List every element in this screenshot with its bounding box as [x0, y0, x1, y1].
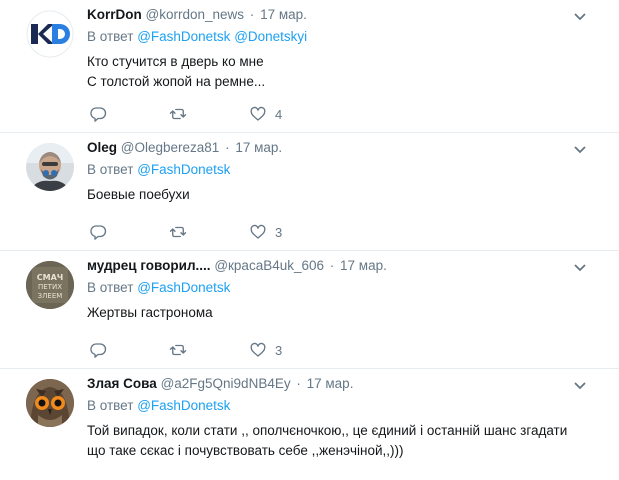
display-name[interactable]: KorrDon [87, 7, 142, 22]
reply-prefix: В ответ [87, 29, 134, 44]
chevron-down-icon[interactable] [573, 12, 587, 22]
timestamp[interactable]: 17 мар. [307, 376, 354, 391]
mention-link[interactable]: @FashDonetsk [137, 162, 230, 177]
like-button[interactable]: 3 [249, 341, 329, 359]
separator: · [296, 376, 301, 391]
timestamp[interactable]: 17 мар. [260, 7, 307, 22]
tweet-text-line: С толстой жопой на ремне... [87, 74, 266, 89]
reply-feed: KorrDon @korrdon_news · 17 мар. В ответ … [0, 0, 619, 480]
tweet-text: Жертвы гастронома [87, 303, 599, 323]
separator: · [225, 140, 230, 155]
reply-icon [90, 343, 107, 358]
avatar-graffiti-text: ЗЛЕЕМ [38, 292, 63, 300]
display-name[interactable]: Злая Сова [87, 376, 157, 391]
tweet-text-line: що таке сєкас і почувствовать себе ,,жен… [87, 443, 404, 458]
tweet-actions: 3 [89, 222, 329, 242]
avatar-graffiti-text: СМАЧ [37, 273, 64, 282]
tweet[interactable]: Oleg @Olegbereza81 · 17 мар. В ответ @Fa… [0, 133, 619, 251]
retweet-icon [169, 226, 187, 238]
reply-button[interactable] [89, 341, 169, 359]
reply-context: В ответ @FashDonetsk [87, 161, 599, 179]
reply-context: В ответ @FashDonetsk [87, 397, 599, 415]
retweet-button[interactable] [169, 105, 249, 123]
tweet-text-line: Боевые поебухи [87, 187, 190, 202]
retweet-icon [169, 108, 187, 120]
tweet-header: мудрец говорил.... @красаB4uk_606 · 17 м… [87, 257, 599, 275]
tweet-text-line: Жертвы гастронома [87, 305, 213, 320]
display-name[interactable]: мудрец говорил.... [87, 258, 211, 273]
reply-context: В ответ @FashDonetsk [87, 279, 599, 297]
avatar-graffiti-text: ПЕТИХ [38, 283, 62, 291]
heart-icon [250, 224, 266, 239]
tweet-text-line: Той випадок, коли стати ,, ополчєночкою,… [87, 423, 568, 438]
avatar[interactable] [26, 379, 74, 427]
reply-button[interactable] [89, 223, 169, 241]
chevron-down-icon[interactable] [573, 145, 587, 155]
like-count: 3 [275, 342, 283, 358]
avatar[interactable]: СМАЧ ПЕТИХ ЗЛЕЕМ [26, 261, 74, 309]
like-button[interactable]: 3 [249, 223, 329, 241]
avatar[interactable] [26, 143, 74, 191]
tweet-header: Oleg @Olegbereza81 · 17 мар. [87, 139, 599, 157]
reply-icon [90, 225, 107, 240]
tweet-actions: 3 [89, 340, 329, 360]
user-handle[interactable]: @Olegbereza81 [121, 140, 220, 155]
tweet[interactable]: KorrDon @korrdon_news · 17 мар. В ответ … [0, 0, 619, 133]
chevron-down-icon[interactable] [573, 263, 587, 273]
tweet-header: KorrDon @korrdon_news · 17 мар. [87, 6, 599, 24]
user-handle[interactable]: @korrdon_news [146, 7, 245, 22]
like-count: 3 [275, 224, 283, 240]
tweet-actions: 4 [89, 104, 329, 124]
user-handle[interactable]: @a2Fg5Qni9dNB4Ey [161, 376, 291, 391]
timestamp[interactable]: 17 мар. [340, 258, 387, 273]
mention-link[interactable]: @FashDonetsk [137, 280, 230, 295]
retweet-button[interactable] [169, 223, 249, 241]
mention-link[interactable]: @FashDonetsk [137, 29, 230, 44]
tweet[interactable]: Злая Сова @a2Fg5Qni9dNB4Ey · 17 мар. В о… [0, 369, 619, 480]
heart-icon [250, 106, 266, 121]
reply-prefix: В ответ [87, 398, 134, 413]
retweet-button[interactable] [169, 341, 249, 359]
tweet-header: Злая Сова @a2Fg5Qni9dNB4Ey · 17 мар. [87, 375, 599, 393]
reply-prefix: В ответ [87, 280, 134, 295]
reply-button[interactable] [89, 105, 169, 123]
tweet-text: Той випадок, коли стати ,, ополчєночкою,… [87, 421, 599, 461]
mention-link[interactable]: @FashDonetsk [137, 398, 230, 413]
display-name[interactable]: Oleg [87, 140, 117, 155]
heart-icon [250, 342, 266, 357]
tweet-text-line: Кто стучится в дверь ко мне [87, 54, 264, 69]
like-button[interactable]: 4 [249, 105, 329, 123]
user-handle[interactable]: @красаB4uk_606 [214, 258, 324, 273]
reply-context: В ответ @FashDonetsk @Donetskyi [87, 28, 599, 46]
tweet-text: Кто стучится в дверь ко мне С толстой жо… [87, 52, 599, 92]
mention-link[interactable]: @Donetskyi [234, 29, 307, 44]
retweet-icon [169, 344, 187, 356]
separator: · [249, 7, 255, 22]
tweet-text: Боевые поебухи [87, 185, 599, 205]
reply-prefix: В ответ [87, 162, 134, 177]
chevron-down-icon[interactable] [573, 381, 587, 391]
avatar[interactable] [26, 10, 74, 58]
timestamp[interactable]: 17 мар. [235, 140, 282, 155]
tweet[interactable]: СМАЧ ПЕТИХ ЗЛЕЕМ мудрец говорил.... @кра… [0, 251, 619, 369]
reply-icon [90, 107, 107, 122]
separator: · [329, 258, 335, 273]
like-count: 4 [275, 106, 283, 122]
